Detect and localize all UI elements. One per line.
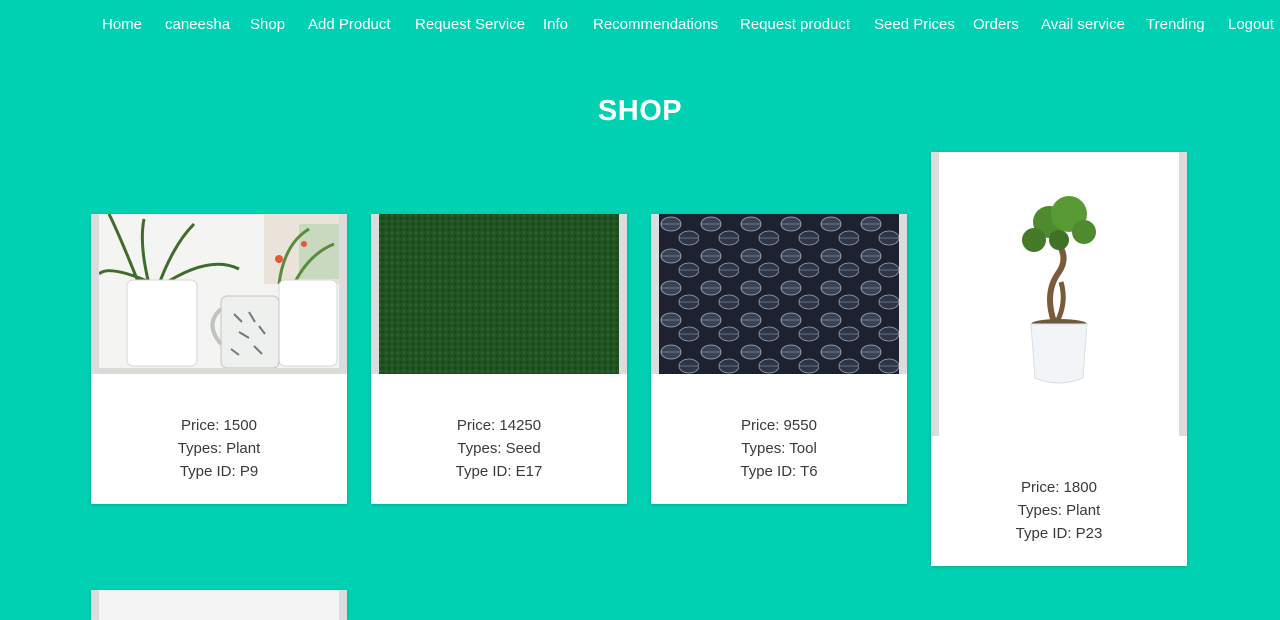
nav-info[interactable]: Info [543, 15, 568, 35]
product-card[interactable] [91, 590, 347, 620]
nav-shop[interactable]: Shop [250, 15, 285, 35]
nav-recommendations[interactable]: Recommendations [593, 15, 718, 35]
product-card[interactable]: Price: 1800 Types: Plant Type ID: P23 [931, 152, 1187, 566]
top-navbar: Home caneesha Shop Add Product Request S… [0, 0, 1280, 50]
page-title: SHOP [597, 95, 683, 127]
product-card[interactable]: Price: 1500 Types: Plant Type ID: P9 [91, 214, 347, 504]
product-price: Price: 1500 [181, 417, 257, 434]
product-card[interactable]: Price: 14250 Types: Seed Type ID: E17 [371, 214, 627, 504]
nav-home[interactable]: Home [102, 15, 142, 35]
product-price: Price: 14250 [456, 417, 542, 434]
potted-plants-photo [91, 214, 347, 374]
product-type-id: Type ID: P9 [179, 463, 259, 480]
nav-avail-service[interactable]: Avail service [1041, 15, 1125, 35]
product-type: Types: Seed [457, 440, 541, 457]
product-price: Price: 1800 [1021, 479, 1097, 496]
nav-user-caneesha[interactable]: caneesha [165, 15, 230, 35]
nav-orders[interactable]: Orders [973, 15, 1019, 35]
dark-leaves-photo [651, 214, 907, 374]
product-type: Types: Tool [741, 440, 817, 457]
product-type-id: Type ID: P23 [1015, 525, 1103, 542]
product-price: Price: 9550 [741, 417, 817, 434]
nav-add-product[interactable]: Add Product [308, 15, 391, 35]
product-type-id: Type ID: E17 [455, 463, 543, 480]
bonsai-tree-photo [931, 152, 1187, 436]
nav-request-service[interactable]: Request Service [415, 15, 525, 35]
nav-logout[interactable]: Logout [1228, 15, 1274, 35]
product-type-id: Type ID: T6 [740, 463, 818, 480]
product-image-placeholder [91, 590, 347, 620]
product-type: Types: Plant [1017, 502, 1101, 519]
nav-request-product[interactable]: Request product [740, 15, 850, 35]
nav-seed-prices[interactable]: Seed Prices [874, 15, 955, 35]
product-card[interactable]: Price: 9550 Types: Tool Type ID: T6 [651, 214, 907, 504]
product-type: Types: Plant [177, 440, 261, 457]
nav-trending[interactable]: Trending [1146, 15, 1205, 35]
grass-texture-photo [371, 214, 627, 374]
